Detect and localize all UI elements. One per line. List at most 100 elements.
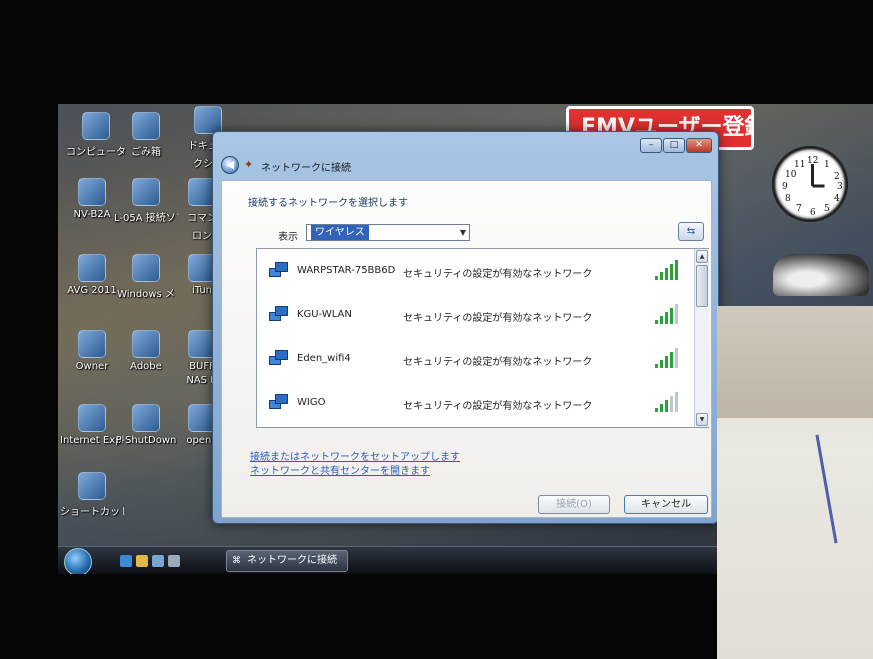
clock-number: 11: [794, 160, 806, 170]
clock-number: 2: [834, 172, 840, 182]
chevron-down-icon: ▼: [459, 228, 466, 237]
scroll-thumb[interactable]: [696, 265, 708, 307]
desktop-icon-l05a[interactable]: L-05A 接続ソフト: [114, 178, 178, 224]
clock-number: 1: [824, 160, 830, 170]
scroll-down-button[interactable]: ▼: [696, 413, 708, 426]
signal-bar: [670, 308, 673, 324]
document-icon: [194, 106, 222, 134]
scroll-up-button[interactable]: ▲: [696, 250, 708, 263]
setup-connection-link[interactable]: 接続またはネットワークをセットアップします: [250, 448, 460, 463]
dialog-titlebar[interactable]: – □ ✕: [213, 132, 718, 162]
network-name: WIGO: [297, 397, 326, 408]
signal-bar: [670, 264, 673, 280]
clock-minute-hand: [812, 184, 825, 188]
connect-button[interactable]: 接続(O): [538, 495, 610, 514]
signal-bar: [655, 364, 658, 368]
quicklaunch-folder-icon[interactable]: [136, 555, 148, 567]
network-name: KGU-WLAN: [297, 309, 352, 320]
media-icon: [132, 254, 160, 282]
cancel-button[interactable]: キャンセル: [624, 495, 708, 514]
show-label: 表示: [278, 232, 298, 243]
app-icon: [78, 178, 106, 206]
cpu-meter-gadget[interactable]: [773, 254, 869, 296]
network-row[interactable]: Eden_wifi4 セキュリティの設定が有効なネットワーク: [257, 337, 693, 381]
desktop-icon-label: P-ShutDown: [115, 435, 177, 446]
quicklaunch-desktop-icon[interactable]: [152, 555, 164, 567]
signal-bar: [670, 352, 673, 368]
close-icon: ✕: [695, 140, 703, 150]
taskbar-button-connect-network[interactable]: ⌘ ネットワークに接続: [226, 550, 348, 572]
photographed-monitor: EMVユーザー登録 コンピュータ ごみ箱 ドキュメ クショ NV-B2A L-05…: [0, 0, 873, 659]
network-row[interactable]: WIGO セキュリティの設定が有効なネットワーク: [257, 381, 693, 425]
signal-bar: [665, 312, 668, 324]
signal-bar: [675, 348, 678, 368]
desktop-icon-adobe[interactable]: Adobe: [114, 330, 178, 372]
network-name: Eden_wifi4: [297, 353, 351, 364]
desktop-icon-label: Adobe: [130, 361, 162, 372]
network-sharing-center-link[interactable]: ネットワークと共有センターを開きます: [250, 462, 430, 477]
network-name: WARPSTAR-75BB6D: [297, 265, 396, 276]
desktop-icon-windows-media[interactable]: Windows メ: [114, 254, 178, 300]
start-button[interactable]: [64, 548, 92, 574]
signal-strength-icon: [655, 390, 679, 412]
signal-bar: [675, 260, 678, 280]
desktop-icon-p-shutdown[interactable]: P-ShutDown: [114, 404, 178, 446]
network-filter-select[interactable]: ワイヤレス ▼: [306, 224, 470, 241]
shortcut-icon: [78, 472, 106, 500]
desktop-icon-label: Windows メ: [117, 289, 175, 300]
signal-bar: [655, 408, 658, 412]
signal-bar: [655, 276, 658, 280]
wireless-network-icon: [269, 306, 289, 324]
network-row[interactable]: KGU-WLAN セキュリティの設定が有効なネットワーク: [257, 293, 693, 337]
clock-number: 7: [796, 204, 802, 214]
network-security: セキュリティの設定が有効なネットワーク: [403, 269, 593, 280]
recycle-bin-icon: [132, 112, 160, 140]
dialog-title: ネットワークに接続: [261, 163, 351, 174]
dialog-content: 接続するネットワークを選択します 表示 ワイヤレス ▼ ⇆ WARPSTAR-7…: [221, 180, 712, 518]
desktop-icon-shortcut[interactable]: ショートカット: [60, 472, 124, 518]
clock-number: 3: [837, 182, 843, 192]
signal-bar: [665, 356, 668, 368]
network-security: セキュリティの設定が有効なネットワーク: [403, 401, 593, 412]
antivirus-icon: [78, 254, 106, 282]
network-row[interactable]: WARPSTAR-75BB6D セキュリティの設定が有効なネットワーク: [257, 249, 693, 293]
desktop-icon-label: ショートカット: [60, 507, 124, 518]
connect-network-dialog: – □ ✕ ◀ ✦ ネットワークに接続 接続するネットワークを選択します 表示 …: [212, 131, 719, 524]
wireless-network-icon: [269, 350, 289, 368]
cable: [815, 434, 838, 544]
close-button[interactable]: ✕: [686, 138, 712, 153]
clock-number: 4: [834, 194, 840, 204]
signal-bar: [660, 360, 663, 368]
wall-shelf: [717, 306, 873, 418]
signal-bar: [675, 304, 678, 324]
clock-number: 6: [810, 208, 816, 218]
signal-bar: [665, 400, 668, 412]
clock-number: 8: [785, 194, 791, 204]
back-button[interactable]: ◀: [221, 156, 239, 174]
network-list[interactable]: WARPSTAR-75BB6D セキュリティの設定が有効なネットワーク KGU-…: [256, 248, 709, 428]
wireless-network-icon: [269, 262, 289, 280]
signal-bar: [660, 272, 663, 280]
dialog-heading: 接続するネットワークを選択します: [248, 198, 408, 209]
signal-strength-icon: [655, 346, 679, 368]
chevron-down-icon: ▼: [699, 416, 705, 423]
maximize-button[interactable]: □: [663, 138, 685, 153]
wireless-network-icon: [269, 394, 289, 412]
signal-bar: [660, 404, 663, 412]
network-list-scrollbar[interactable]: ▲ ▼: [694, 249, 709, 427]
clock-number: 9: [782, 182, 788, 192]
refresh-button[interactable]: ⇆: [678, 222, 704, 241]
desktop-icon-label: ごみ箱: [131, 147, 161, 158]
signal-bar: [665, 268, 668, 280]
internet-explorer-icon: [78, 404, 106, 432]
refresh-icon: ⇆: [686, 226, 696, 237]
clock-gadget[interactable]: 12 1 2 3 4 5 6 7 8 9 10 11: [772, 146, 848, 222]
user-folder-icon: [78, 330, 106, 358]
quicklaunch-ie-icon[interactable]: [120, 555, 132, 567]
adobe-icon: [132, 330, 160, 358]
quicklaunch-media-icon[interactable]: [168, 555, 180, 567]
network-icon: ⌘: [232, 556, 241, 566]
desktop-icon-recycle-bin[interactable]: ごみ箱: [114, 112, 178, 158]
minimize-button[interactable]: –: [640, 138, 662, 153]
network-connect-icon: ✦: [244, 158, 254, 171]
